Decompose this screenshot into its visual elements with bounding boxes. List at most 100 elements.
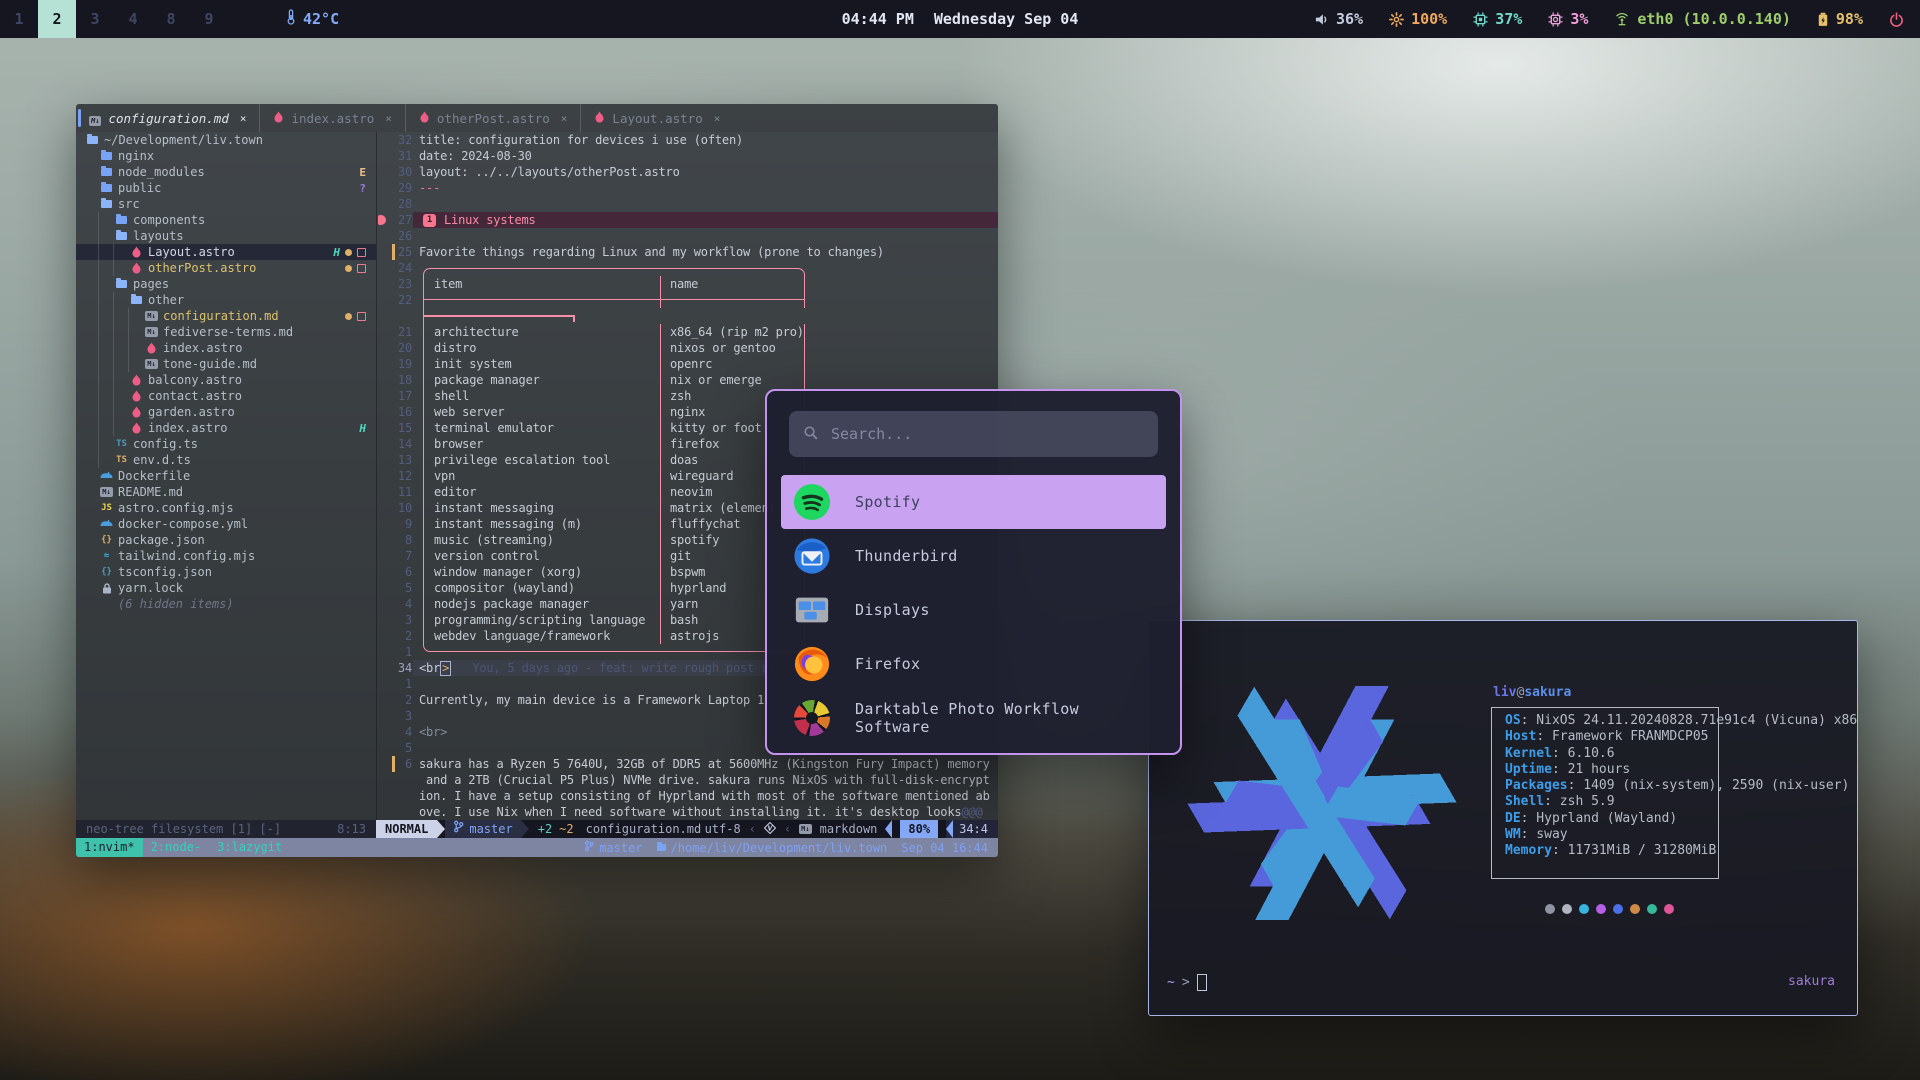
editor-line[interactable]: ove. I use Nix when I need software with… [377, 804, 998, 820]
editor-line[interactable]: and a 2TB (Crucial P5 Plus) NVMe drive. … [377, 772, 998, 788]
folder-open-icon [113, 232, 130, 240]
battery-module[interactable]: 98% [1817, 10, 1863, 28]
tab-configuration.md[interactable]: M↓configuration.md× [76, 104, 259, 132]
gpu-value: 3% [1570, 10, 1588, 28]
tree-item-configuration.md[interactable]: M↓configuration.md [76, 308, 376, 324]
tree-item-label: yarn.lock [118, 581, 183, 595]
editor-line[interactable]: 1Linux systems27 [377, 212, 998, 228]
tree-item-layouts[interactable]: layouts [76, 228, 376, 244]
editor-line[interactable]: 26 [377, 228, 998, 244]
editor-line[interactable]: 31date: 2024-08-30 [377, 148, 998, 164]
folder-open-icon [98, 200, 115, 208]
search-bar[interactable] [789, 411, 1158, 457]
tab-Layout.astro[interactable]: Layout.astro× [580, 104, 733, 132]
editor-line[interactable]: 25Favorite things regarding Linux and my… [377, 244, 998, 260]
tree-item-astro.config.mjs[interactable]: JSastro.config.mjs [76, 500, 376, 516]
tree-item-index.astro[interactable]: index.astro [76, 340, 376, 356]
tree-item-garden.astro[interactable]: garden.astro [76, 404, 376, 420]
tmux-window-1:nvim*[interactable]: 1:nvim* [76, 838, 143, 857]
launcher-item-Firefox[interactable]: Firefox [781, 637, 1166, 691]
tree-item-balcony.astro[interactable]: balcony.astro [76, 372, 376, 388]
tree-item-label: contact.astro [148, 389, 242, 403]
workspace-3[interactable]: 3 [76, 0, 114, 38]
editor-line[interactable]: 23itemname [377, 276, 998, 292]
launcher-item-Spotify[interactable]: Spotify [781, 475, 1166, 529]
tree-item-label: index.astro [148, 421, 227, 435]
launcher-item-Darktable Photo Workflow Software[interactable]: Darktable Photo Workflow Software [781, 691, 1166, 745]
shell-prompt[interactable]: ~ > [1167, 974, 1207, 991]
tree-item-components[interactable]: components [76, 212, 376, 228]
close-icon[interactable]: × [385, 112, 392, 125]
editor-line[interactable]: 21architecturex86_64 (rip m2 pro) [377, 324, 998, 340]
tree-item-src[interactable]: src [76, 196, 376, 212]
workspace-1[interactable]: 1 [0, 0, 38, 38]
launcher-item-Thunderbird[interactable]: Thunderbird [781, 529, 1166, 583]
tree-item-tsconfig.json[interactable]: {}tsconfig.json [76, 564, 376, 580]
tree-item-other[interactable]: other [76, 292, 376, 308]
volume-module[interactable]: 36% [1314, 10, 1363, 28]
tree-item-public[interactable]: public? [76, 180, 376, 196]
git-marks: ? [359, 182, 376, 195]
diff-added: +2 [538, 822, 552, 836]
workspace-8[interactable]: 8 [152, 0, 190, 38]
editor-line[interactable]: 28 [377, 196, 998, 212]
astro-icon [128, 374, 145, 386]
tab-index.astro[interactable]: index.astro× [259, 104, 404, 132]
editor-line[interactable]: 30layout: ../../layouts/otherPost.astro [377, 164, 998, 180]
tree-item-node_modules[interactable]: node_modulesE [76, 164, 376, 180]
tree-item-env.d.ts[interactable]: TSenv.d.ts [76, 452, 376, 468]
tree-item-yarn.lock[interactable]: yarn.lock [76, 580, 376, 596]
fetch-line-Memory: Memory: 11731MiB / 31280MiB [1505, 843, 1858, 859]
line-number: 25 [385, 244, 412, 260]
tree-item-nginx[interactable]: nginx [76, 148, 376, 164]
tmux-window-2:node-[interactable]: 2:node- [143, 838, 210, 857]
tree-item-~/Development/liv.town[interactable]: ~/Development/liv.town [76, 132, 376, 148]
tree-item-config.ts[interactable]: TSconfig.ts [76, 436, 376, 452]
tmux-window-3:lazygit[interactable]: 3:lazygit [209, 838, 290, 857]
close-icon[interactable]: × [561, 112, 568, 125]
tree-item-tailwind.config.mjs[interactable]: ≈tailwind.config.mjs [76, 548, 376, 564]
tree-item-tone-guide.md[interactable]: M↓tone-guide.md [76, 356, 376, 372]
editor-line[interactable]: 20distronixos or gentoo [377, 340, 998, 356]
cpu-module[interactable]: 37% [1473, 10, 1522, 28]
tree-item-label: node_modules [118, 165, 205, 179]
workspace-9[interactable]: 9 [190, 0, 228, 38]
power-module[interactable] [1889, 12, 1904, 27]
editor-line[interactable]: 6sakura has a Ryzen 5 7640U, 32GB of DDR… [377, 756, 998, 772]
tree-item-otherPost.astro[interactable]: otherPost.astro [76, 260, 376, 276]
tree-item-Layout.astro[interactable]: Layout.astroH [76, 244, 376, 260]
editor-line[interactable]: 22 [377, 292, 998, 308]
editor-line[interactable]: 29--- [377, 180, 998, 196]
folder-icon [98, 168, 115, 176]
launcher-item-Displays[interactable]: Displays [781, 583, 1166, 637]
lock-icon [98, 583, 115, 594]
line-number: 1 [385, 676, 412, 692]
tree-item-fediverse-terms.md[interactable]: M↓fediverse-terms.md [76, 324, 376, 340]
editor-line[interactable]: ion. I have a setup consisting of Hyprla… [377, 788, 998, 804]
tree-item-pages[interactable]: pages [76, 276, 376, 292]
terminal-watermark: sakura [1788, 974, 1835, 989]
editor-line[interactable] [377, 308, 998, 324]
volume-value: 36% [1336, 10, 1363, 28]
network-module[interactable]: eth0 (10.0.0.140) [1614, 10, 1791, 28]
tree-item-index.astro[interactable]: index.astroH [76, 420, 376, 436]
tree-item-docker-compose.yml[interactable]: docker-compose.yml [76, 516, 376, 532]
workspace-2[interactable]: 2 [38, 0, 76, 38]
tree-item-Dockerfile[interactable]: Dockerfile [76, 468, 376, 484]
tree-item-(6 hidden items)[interactable]: (6 hidden items) [76, 596, 376, 612]
editor-line[interactable]: 32title: configuration for devices i use… [377, 132, 998, 148]
workspace-4[interactable]: 4 [114, 0, 152, 38]
brightness-module[interactable]: 100% [1389, 10, 1447, 28]
editor-line[interactable]: 24 [377, 260, 998, 276]
tab-otherPost.astro[interactable]: otherPost.astro× [405, 104, 581, 132]
editor-line[interactable]: 19init systemopenrc [377, 356, 998, 372]
gpu-module[interactable]: 3% [1548, 10, 1588, 28]
tree-item-package.json[interactable]: {}package.json [76, 532, 376, 548]
search-input[interactable] [829, 424, 1144, 444]
tree-item-README.md[interactable]: M↓README.md [76, 484, 376, 500]
editor-line[interactable]: 18package managernix or emerge [377, 372, 998, 388]
fetch-line-OS: OS: NixOS 24.11.20240828.71e91c4 (Vicuna… [1505, 713, 1858, 729]
tree-item-contact.astro[interactable]: contact.astro [76, 388, 376, 404]
close-icon[interactable]: × [714, 112, 721, 125]
close-icon[interactable]: × [240, 112, 247, 125]
